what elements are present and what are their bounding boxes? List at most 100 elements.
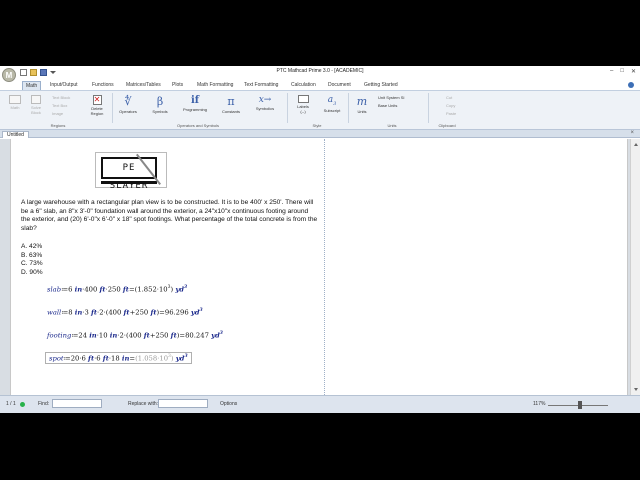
wall-unit-exponent: 3 <box>199 308 203 313</box>
find-input[interactable] <box>52 399 102 408</box>
footing-result: 80.247 <box>185 331 209 340</box>
close-button[interactable]: ✕ <box>631 68 636 75</box>
subscript-icon: a3 <box>327 95 337 107</box>
document-tab-untitled[interactable]: Untitled <box>2 131 29 138</box>
labels-value: (--) <box>300 109 306 114</box>
spot-unit-exponent: 3 <box>184 354 188 359</box>
spot-variable: spot <box>49 354 64 363</box>
wall-equation[interactable]: wall≔8 in·3 ft·2·(400 ft+250 ft)=96.296 … <box>47 308 203 316</box>
tab-math-formatting[interactable]: Math Formatting <box>197 82 233 88</box>
choice-a: A. 42% <box>21 243 43 250</box>
spot-result: 1.058 <box>137 354 158 363</box>
unit-system-dropdown[interactable]: Unit System SI <box>378 95 404 100</box>
regions-group-label: Regions <box>50 123 66 128</box>
solve-block-button[interactable]: Solve Block <box>28 95 44 115</box>
tab-plots[interactable]: Plots <box>172 82 183 88</box>
symbolics-arrow-icon: x→ <box>258 95 272 105</box>
window-controls: – □ ✕ <box>610 68 636 75</box>
footing-variable: footing <box>47 331 72 340</box>
base-units-button[interactable]: Base Units <box>378 103 397 108</box>
tab-math[interactable]: Math <box>22 81 42 90</box>
style-group-label: Style <box>312 123 322 128</box>
units-icon: m <box>356 95 368 108</box>
solve-block-label: Solve Block <box>30 105 41 115</box>
math-region-button[interactable]: Math <box>6 95 24 110</box>
units-button[interactable]: m Units <box>352 95 372 114</box>
symbols-button[interactable]: β Symbols <box>148 95 172 114</box>
choice-b: B. 63% <box>21 251 43 259</box>
programming-icon: if <box>190 95 200 106</box>
tab-calculation[interactable]: Calculation <box>291 82 316 88</box>
slab-result: 1.852 <box>137 285 157 294</box>
answer-choices[interactable]: A. 42% B. 63% C. 73% D. 90% <box>21 243 43 277</box>
tab-input-output[interactable]: Input/Output <box>50 82 78 88</box>
wall-variable: wall <box>47 308 62 317</box>
units-label: Units <box>357 109 367 114</box>
beta-symbol-icon: β <box>156 95 164 108</box>
problem-text-region[interactable]: A large warehouse with a rectangular pla… <box>21 199 319 233</box>
title-bar: M PTC Mathcad Prime 3.0 - [ACADEMIC] – □… <box>0 66 640 82</box>
wall-unit: yd <box>190 308 200 317</box>
choice-d: D. 90% <box>21 268 43 276</box>
slab-unit-exponent: 3 <box>184 285 188 290</box>
operators-group-label: Operators and Symbols <box>176 123 220 128</box>
document-tab-strip: Untitled × <box>0 130 640 138</box>
footing-equation[interactable]: footing≔24 in·10 in·2·(400 ft+250 ft)=80… <box>47 331 223 339</box>
constants-label: Constants <box>221 109 240 114</box>
unit-system-value: SI <box>400 95 405 100</box>
copy-button[interactable]: Copy <box>446 103 455 108</box>
programming-label: Programming <box>182 107 207 112</box>
maximize-button[interactable]: □ <box>620 68 624 75</box>
tab-matrices-tables[interactable]: Matrices/Tables <box>126 82 161 88</box>
delete-region-button[interactable]: ✕ Delete Region <box>86 95 108 116</box>
operators-icon: ∜ <box>124 95 132 108</box>
zoom-slider-thumb[interactable] <box>578 401 582 409</box>
tab-document[interactable]: Document <box>328 82 351 88</box>
pi-constant-icon: π <box>227 95 235 108</box>
page-indicator: 1 / 1 <box>6 401 16 407</box>
close-document-icon[interactable]: × <box>630 130 634 136</box>
cut-button[interactable]: Cut <box>446 95 452 100</box>
spot-equation[interactable]: spot≔20·6 ft·6 ft·18 in=(1.058·103) yd3 <box>45 352 192 365</box>
operators-button[interactable]: ∜ Operators <box>116 95 140 114</box>
tab-text-formatting[interactable]: Text Formatting <box>244 82 278 88</box>
tab-functions[interactable]: Functions <box>92 82 114 88</box>
screen: M PTC Mathcad Prime 3.0 - [ACADEMIC] – □… <box>0 0 640 480</box>
slab-equation[interactable]: slab≔6 in·400 ft·250 ft=(1.852·103) yd3 <box>47 285 187 293</box>
logo-underline <box>101 181 157 184</box>
calculation-status-icon <box>20 402 25 407</box>
slab-variable: slab <box>47 285 62 294</box>
programming-button[interactable]: if Programming <box>180 95 210 112</box>
worksheet-canvas: PE SLAYER A large warehouse with a recta… <box>0 139 640 395</box>
vertical-scrollbar[interactable] <box>630 139 640 395</box>
subscript-button[interactable]: a3 Subscript <box>320 95 344 113</box>
labels-icon <box>297 95 309 103</box>
wall-result: 96.296 <box>164 308 189 317</box>
mathcad-window: M PTC Mathcad Prime 3.0 - [ACADEMIC] – □… <box>0 66 640 413</box>
ribbon-tabs: Math Input/Output Functions Matrices/Tab… <box>0 80 640 90</box>
scroll-up-icon[interactable] <box>634 143 638 146</box>
options-button[interactable]: Options <box>220 401 237 407</box>
text-block-button[interactable]: Text Block <box>52 95 70 100</box>
pe-slayer-image[interactable]: PE SLAYER <box>95 152 167 191</box>
app-logo-letter: M <box>5 70 13 80</box>
unit-system-label: Unit System <box>378 95 400 100</box>
labels-button[interactable]: Labels (--) <box>293 95 313 114</box>
delete-region-icon: ✕ <box>92 95 102 105</box>
constants-button[interactable]: π Constants <box>218 95 244 114</box>
help-icon[interactable] <box>628 82 634 88</box>
units-group-label: Units <box>387 123 397 128</box>
math-region-label: Math <box>10 105 20 110</box>
symbolics-button[interactable]: x→ Symbolics <box>250 95 280 111</box>
scroll-down-icon[interactable] <box>634 388 638 391</box>
worksheet-page[interactable]: PE SLAYER A large warehouse with a recta… <box>10 139 628 395</box>
mathcad-logo-icon[interactable]: M <box>2 68 16 82</box>
image-button[interactable]: Image <box>52 111 63 116</box>
text-box-button[interactable]: Text Box <box>52 103 67 108</box>
replace-input[interactable] <box>158 399 208 408</box>
tab-getting-started[interactable]: Getting Started <box>364 82 398 88</box>
minimize-button[interactable]: – <box>610 68 613 75</box>
delete-region-label: Delete Region <box>90 106 104 116</box>
choice-c: C. 73% <box>21 260 43 268</box>
paste-button[interactable]: Paste <box>446 111 456 116</box>
